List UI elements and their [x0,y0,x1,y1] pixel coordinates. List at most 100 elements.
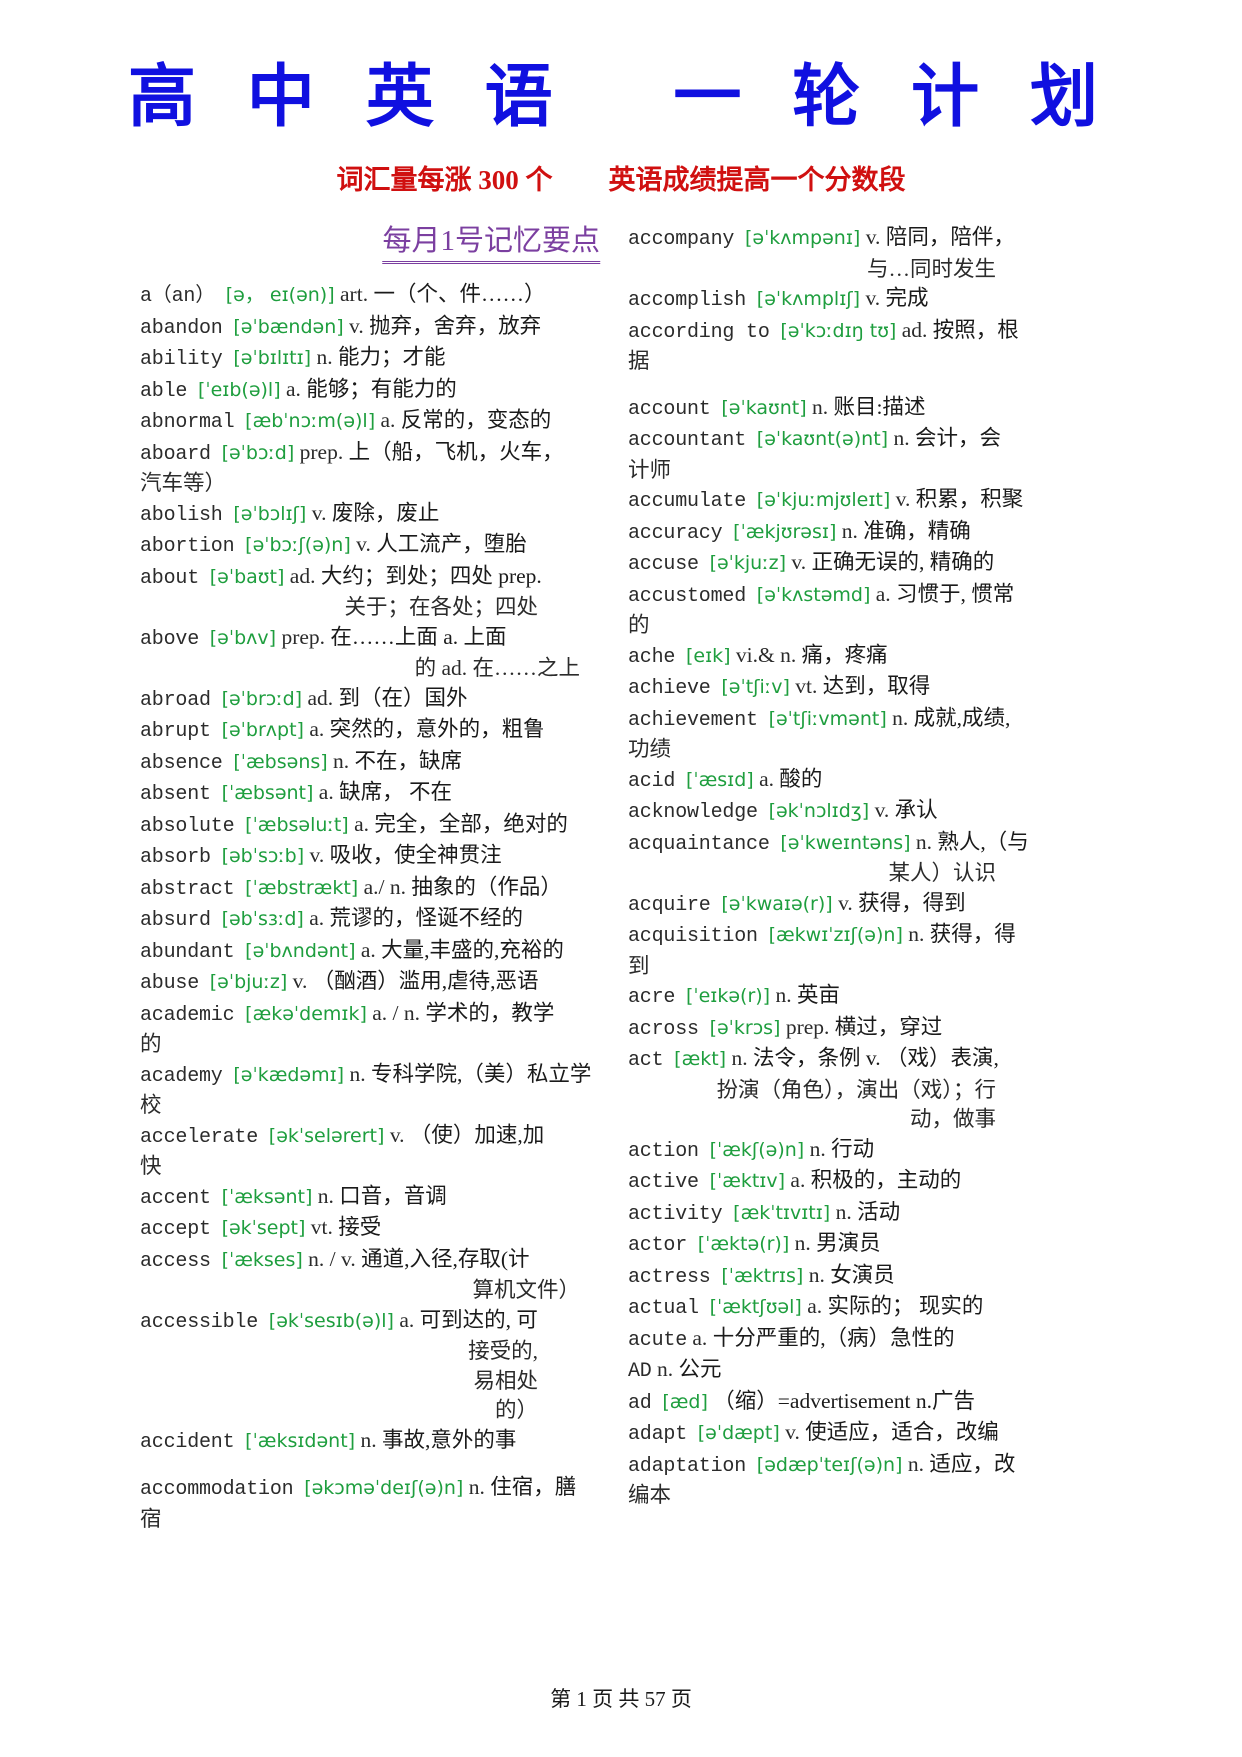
vocab-entry: abroad [əˈbrɔːd] ad. 到（在）国外 [140,684,600,716]
vocab-part-of-speech: a. [318,780,334,805]
vocab-part-of-speech: n. [907,1451,924,1476]
vocab-part-of-speech: n. [317,1183,334,1208]
vocab-entry: accomplish [əˈkʌmplɪʃ] v. 完成 [628,284,1058,316]
vocab-part-of-speech: v. [791,550,807,575]
vocab-definition: 活动 [857,1199,901,1224]
vocab-entry: accelerate [əkˈselərert] v. （使）加速,加快 [140,1121,600,1182]
vocab-word: adapt [628,1423,688,1447]
vocab-entry: adaptation [ədæpˈteɪʃ(ə)n] n. 适应，改 编本 [628,1450,1058,1511]
vocab-entry: about [əˈbaʊt] ad. 大约；到处；四处 prep. 关于；在各处；… [140,562,600,623]
vocab-definition-continuation: 易相处 [473,1368,538,1393]
vocab-phonetic: [ˈæktə(r)] [697,1233,790,1256]
vocab-word: achieve [628,677,711,701]
vocab-entry: ad [æd] （缩）=advertisement n.广告 [628,1387,1058,1419]
vocab-phonetic: [ˈeɪb(ə)l] [197,378,281,401]
vocab-part-of-speech: v. [349,313,364,338]
vocab-part-of-speech: n. [809,1136,826,1161]
vocab-part-of-speech: n. [893,426,910,451]
vocab-entry: able [ˈeɪb(ə)l] a. 能够；有能力的 [140,375,600,407]
right-column: accompany [əˈkʌmpənɪ] v. 陪同，陪伴， 与…同时发生 acc… [628,223,1058,1534]
vocab-definition: 能力；才能 [337,345,446,370]
vocab-part-of-speech: ad. [307,685,334,710]
vocab-definition: 适应，改 [929,1451,1016,1476]
vocab-phonetic: [əˈkʌmplɪʃ] [756,288,861,311]
vocab-part-of-speech: n. [349,1061,366,1086]
vocab-definition: 接受 [338,1215,382,1240]
vocab-part-of-speech: n. / v. [308,1246,356,1271]
vocab-definition: 大量,丰盛的,充裕的 [381,937,564,962]
vocab-part-of-speech: v. [292,969,308,994]
vocab-definition-continuation: 到 [628,953,650,978]
vocab-word: acute [628,1328,688,1352]
vocab-word: act [628,1049,664,1073]
vocab-part-of-speech: a. [309,906,325,931]
vocab-definition: 英亩 [796,983,840,1008]
vocab-word: accident [140,1430,235,1454]
vocab-part-of-speech: a. [399,1307,415,1332]
vocab-entry: abortion [əˈbɔːʃ(ə)n] v. 人工流产，堕胎 [140,530,600,562]
vocab-entry: abrupt [əˈbrʌpt] a. 突然的，意外的，粗鲁 [140,715,600,747]
vocab-part-of-speech: n. [812,394,829,419]
vocab-entry: achieve [əˈtʃiːv] vt. 达到，取得 [628,672,1058,704]
page-footer: 第 1 页 共 57 页 [550,1687,692,1711]
vocab-phonetic: [əˈbrɔːd] [221,687,303,710]
vocab-word: acknowledge [628,801,758,825]
vocab-word: accommodation [140,1478,294,1502]
vocab-entry: acquire [əˈkwaɪə(r)] v. 获得，得到 [628,889,1058,921]
vocab-entry: ability [əˈbɪlɪtɪ] n. 能力；才能 [140,343,600,375]
vocab-phonetic: [əˈkʌstəmd] [756,583,871,606]
vocab-phonetic: [əˈkjuːz] [709,552,786,575]
vocab-word: achievement [628,708,758,732]
subtitle-left: 词汇量每涨 300 个 [336,165,553,196]
vocab-phonetic: [əˈkweɪntəns] [780,831,911,854]
vocab-entry: acquisition [ækwɪˈzɪʃ(ə)n] n. 获得，得到 [628,920,1058,981]
vocab-phonetic: [əkˈselərert] [268,1124,385,1147]
vocab-definition-continuation: 关于；在各处；四处 [344,595,538,620]
vocab-phonetic: [əˈbjuːz] [209,971,288,994]
vocab-phonetic: [əˈbʌndənt] [245,939,356,962]
vocab-definition-continuation: 功绩 [628,737,672,762]
vocab-definition: 能够；有能力的 [306,376,457,401]
vocab-definition: 荒谬的，怪诞不经的 [329,906,524,931]
vocab-definition-continuation: 校 [140,1093,162,1118]
vocab-definition: 人工流产，堕胎 [376,532,527,557]
vocab-part-of-speech: a. [759,766,774,791]
vocab-part-of-speech: v. [311,500,327,525]
vocab-definition: 突然的，意外的，粗鲁 [329,717,545,742]
vocab-definition: 抽象的（作品） [411,874,562,899]
vocab-entry: accountant [əˈkaʊnt(ə)nt] n. 会计，会 计师 [628,424,1058,485]
vocab-entry: abuse [əˈbjuːz] v. （酗酒）滥用,虐待,恶语 [140,967,600,999]
vocab-phonetic: [əˈbʌv] [209,626,277,649]
vocab-phonetic: [əkˈsept] [221,1217,306,1240]
entry-spacer [628,377,1058,393]
vocab-part-of-speech: v. [874,798,890,823]
vocab-part-of-speech: prep. [299,439,344,464]
vocab-definition-continuation: 与…同时发生 [866,256,996,281]
vocab-word: abstract [140,877,235,901]
vocab-definition: 缺席， 不在 [339,780,452,805]
vocab-word: accept [140,1218,211,1242]
vocab-entry: academic [ækəˈdemɪk] a. / n. 学术的，教学的 [140,999,600,1060]
vocab-entry: abstract [ˈæbstrækt] a./ n. 抽象的（作品） [140,873,600,905]
vocab-word: ache [628,645,676,669]
vocab-phonetic: [ækt] [674,1048,727,1071]
vocab-word: according to [628,320,770,344]
vocab-word: acquisition [628,925,758,949]
vocab-phonetic: [ˈæbsəns] [233,750,328,773]
vocab-part-of-speech: n. [835,1199,852,1224]
vocab-phonetic: [əˈbɔːʃ(ə)n] [245,534,351,557]
vocab-definition: 女演员 [830,1262,895,1287]
vocab-entry: above [əˈbʌv] prep. 在……上面 a. 上面的 ad. 在……… [140,623,600,684]
vocab-entry: accustomed [əˈkʌstəmd] a. 习惯于, 惯常的 [628,580,1058,641]
vocab-word: accountant [628,429,747,453]
vocab-word: account [628,397,711,421]
vocab-word: ad [628,1391,652,1415]
vocab-entry: a（an） [ə， eɪ(ən)] art. 一（个、件……） [140,280,600,312]
vocab-word: absent [140,783,211,807]
vocab-phonetic: [əˈkaʊnt] [721,396,807,419]
vocab-phonetic: [ˈæktʃʊəl] [709,1296,802,1319]
vocab-phonetic: [ˈæbsəluːt] [245,813,349,836]
subtitle-row: 词汇量每涨 300 个 英语成绩提高一个分数段 [0,158,1242,197]
vocab-part-of-speech: n. [360,1427,377,1452]
vocab-word: abroad [140,688,211,712]
